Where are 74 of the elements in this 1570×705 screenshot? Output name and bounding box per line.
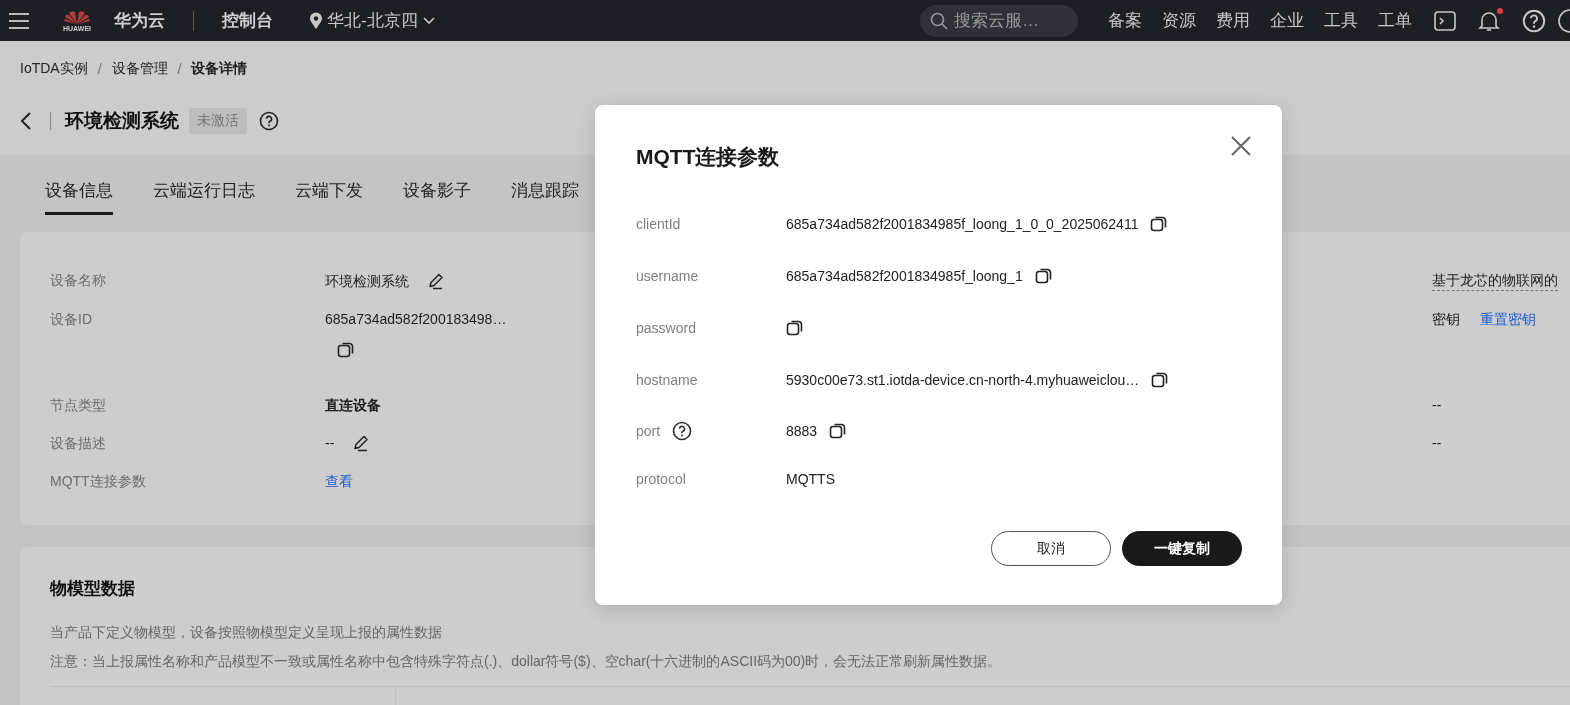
param-label: clientId	[636, 216, 681, 232]
chevron-down-icon	[421, 15, 436, 26]
nav-link[interactable]: 工具	[1324, 9, 1358, 32]
nav-link[interactable]: 工单	[1378, 9, 1412, 32]
brand-name[interactable]: 华为云	[114, 9, 165, 32]
field-value: 基于龙芯的物联网的	[1432, 270, 1558, 291]
region-selector[interactable]: 华北-北京四	[309, 9, 436, 32]
search-field[interactable]: 搜索云服…	[920, 4, 1078, 37]
description-text: 注意：当上报属性名称和产品模型不一致或属性名称中包含特殊字符点(.)、dollar符号($)、空char(十六进制的ASCII码为00)时，会无法正常刷新属性数据。	[50, 652, 1003, 671]
bell-icon[interactable]	[1478, 9, 1500, 32]
nav-link[interactable]: 企业	[1270, 9, 1304, 32]
field-value: --	[1432, 434, 1442, 453]
help-icon[interactable]	[672, 421, 693, 441]
param-label: port	[636, 423, 661, 439]
copy-icon[interactable]	[829, 422, 848, 440]
field-label: 设备名称	[50, 271, 107, 290]
back-icon[interactable]	[20, 111, 32, 131]
copy-icon[interactable]	[337, 341, 355, 359]
terminal-icon[interactable]	[1434, 10, 1456, 31]
param-value: 685a734ad582f2001834985f_loong_1	[786, 268, 1023, 284]
breadcrumb-current: 设备详情	[191, 60, 248, 78]
edit-icon[interactable]	[427, 271, 445, 290]
help-icon[interactable]	[259, 111, 279, 131]
field-value: 密钥	[1432, 310, 1460, 329]
console-link[interactable]: 控制台	[222, 9, 273, 32]
edit-icon[interactable]	[352, 434, 371, 452]
petal-logo-icon	[62, 9, 92, 25]
section-title: 物模型数据	[50, 578, 136, 600]
nav-link[interactable]: 备案	[1108, 9, 1142, 32]
copy-icon[interactable]	[1151, 371, 1170, 389]
field-value: --	[1432, 396, 1442, 415]
field-label: 设备描述	[50, 434, 107, 453]
close-icon[interactable]	[1230, 135, 1252, 157]
breadcrumb-separator: /	[177, 61, 182, 77]
description-text: 当产品下定义物模型，设备按照物模型定义呈现上报的属性数据	[50, 623, 443, 642]
tab[interactable]: 设备信息	[45, 179, 113, 215]
field-value: --	[325, 434, 335, 453]
avatar-icon[interactable]	[1558, 8, 1570, 33]
location-pin-icon	[309, 11, 323, 30]
param-label: hostname	[636, 372, 698, 388]
search-icon	[930, 11, 948, 30]
breadcrumb-link[interactable]: 设备管理	[111, 60, 168, 78]
param-value: 5930c00e73.st1.iotda-device.cn-north-4.myhuaweiclou…	[786, 372, 1140, 388]
field-value: 685a734ad582f200183498…	[325, 310, 507, 329]
status-badge: 未激活	[189, 108, 247, 134]
copy-all-button[interactable]: 一键复制	[1122, 531, 1242, 566]
field-label: MQTT连接参数	[50, 472, 147, 491]
field-label: 设备ID	[50, 310, 93, 329]
nav-link[interactable]: 费用	[1216, 9, 1250, 32]
device-title: 环境检测系统	[65, 109, 179, 133]
tab[interactable]: 云端运行日志	[153, 179, 255, 215]
field-value: 环境检测系统	[325, 271, 409, 291]
param-value: 685a734ad582f2001834985f_loong_1_0_0_2025062411	[786, 216, 1139, 232]
param-label: username	[636, 268, 699, 284]
field-value: 直连设备	[325, 396, 381, 415]
tab[interactable]: 消息跟踪	[511, 179, 579, 215]
copy-icon[interactable]	[1034, 267, 1053, 285]
menu-icon[interactable]	[8, 11, 30, 30]
copy-icon[interactable]	[1150, 215, 1169, 233]
param-value: 8883	[786, 423, 818, 439]
tab[interactable]: 云端下发	[295, 179, 363, 215]
param-value: MQTTS	[786, 470, 835, 487]
breadcrumb-link[interactable]: IoTDA实例	[20, 60, 88, 78]
tab[interactable]: 设备影子	[403, 179, 471, 215]
reset-key-link[interactable]: 重置密钥	[1480, 309, 1536, 377]
param-label: password	[636, 320, 696, 336]
view-link[interactable]: 查看	[325, 471, 353, 491]
field-label: 节点类型	[50, 396, 107, 415]
nav-link[interactable]: 资源	[1162, 9, 1196, 32]
param-label: protocol	[636, 470, 686, 487]
copy-icon[interactable]	[786, 319, 804, 337]
dialog-title: MQTT连接参数	[636, 144, 781, 170]
breadcrumb-separator: /	[97, 61, 102, 77]
cancel-button[interactable]: 取消	[991, 531, 1111, 566]
